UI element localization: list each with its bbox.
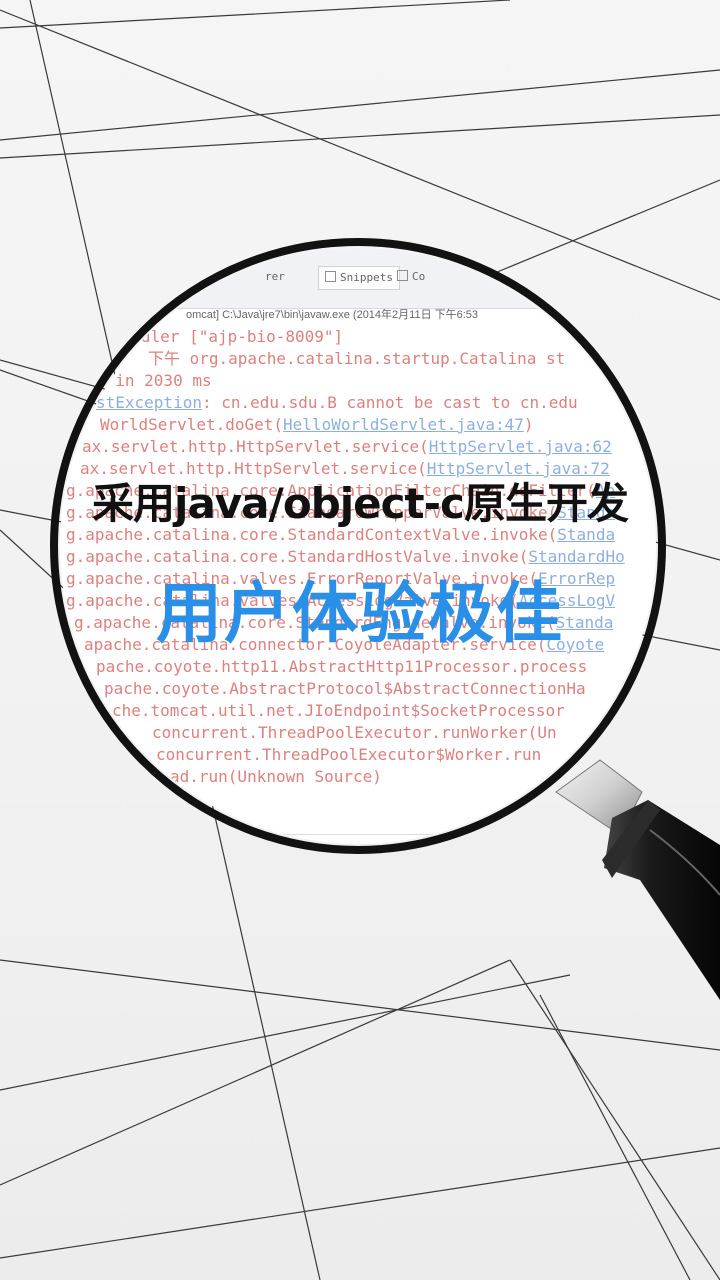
log-text: Handler ["ajp-bio-8009"]	[112, 327, 344, 346]
log-line: Handler ["ajp-bio-8009"]	[112, 326, 343, 348]
log-line: p in 2030 ms	[96, 370, 212, 392]
log-line: pache.coyote.http11.AbstractHttp11Proces…	[96, 656, 587, 678]
log-text: )	[523, 415, 534, 434]
log-source-link[interactable]: HttpServlet.java:62	[429, 437, 612, 456]
magnifier-handle	[555, 759, 720, 1000]
log-text: ad.run(Unknown Source)	[170, 767, 382, 786]
log-text: ax.servlet.http.HttpServlet.service(	[82, 437, 429, 456]
log-text: che.tomcat.util.net.JIoEndpoint$SocketPr…	[112, 701, 565, 720]
console-icon	[397, 270, 408, 281]
log-text: WorldServlet.doGet(	[100, 415, 284, 434]
headline-secondary: 用户体验极佳	[156, 575, 564, 652]
log-source-link[interactable]: stException	[96, 393, 202, 412]
snippets-icon	[325, 271, 336, 282]
tab-explorer[interactable]: rer	[265, 266, 285, 288]
headline-primary: 采用java/object-c原生开发	[92, 479, 629, 528]
log-line: stException: cn.edu.sdu.B cannot be cast…	[96, 392, 578, 414]
log-line: ad.run(Unknown Source)	[170, 766, 382, 788]
log-line: che.tomcat.util.net.JIoEndpoint$SocketPr…	[112, 700, 565, 722]
magnifier-lens: rer Snippets Co omcat] C:\Java\jre7\bin\…	[60, 248, 656, 844]
log-line: 下午 org.apache.catalina.startup.Catalina …	[148, 348, 565, 370]
ide-tab-bar: rer Snippets Co	[60, 248, 656, 309]
log-line: WorldServlet.doGet(HelloWorldServlet.jav…	[100, 414, 534, 436]
log-line: ax.servlet.http.HttpServlet.service(Http…	[82, 436, 612, 458]
log-text: 下午 org.apache.catalina.startup.Catalina …	[148, 349, 566, 368]
tab-snippets-label: Snippets	[340, 271, 393, 284]
tab-console[interactable]: Co	[397, 266, 425, 288]
tab-console-label: Co	[412, 270, 426, 283]
log-text: p in 2030 ms	[96, 371, 212, 390]
log-text: concurrent.ThreadPoolExecutor$Worker.run	[156, 745, 542, 764]
log-text: : cn.edu.sdu.B cannot be cast to cn.edu	[201, 393, 578, 412]
log-line: concurrent.ThreadPoolExecutor$Worker.run	[156, 744, 541, 766]
log-line: pache.coyote.AbstractProtocol$AbstractCo…	[104, 678, 586, 700]
log-line: concurrent.ThreadPoolExecutor.runWorker(…	[152, 722, 557, 744]
log-text: pache.coyote.AbstractProtocol$AbstractCo…	[104, 679, 586, 698]
console-process-path: omcat] C:\Java\jre7\bin\javaw.exe (2014年…	[186, 309, 479, 321]
log-source-link[interactable]: HelloWorldServlet.java:47	[283, 415, 524, 434]
tab-snippets[interactable]: Snippets	[318, 266, 400, 290]
console-bottom-border	[60, 834, 656, 835]
log-text: concurrent.ThreadPoolExecutor.runWorker(…	[152, 723, 557, 742]
log-text: pache.coyote.http11.AbstractHttp11Proces…	[96, 657, 588, 676]
